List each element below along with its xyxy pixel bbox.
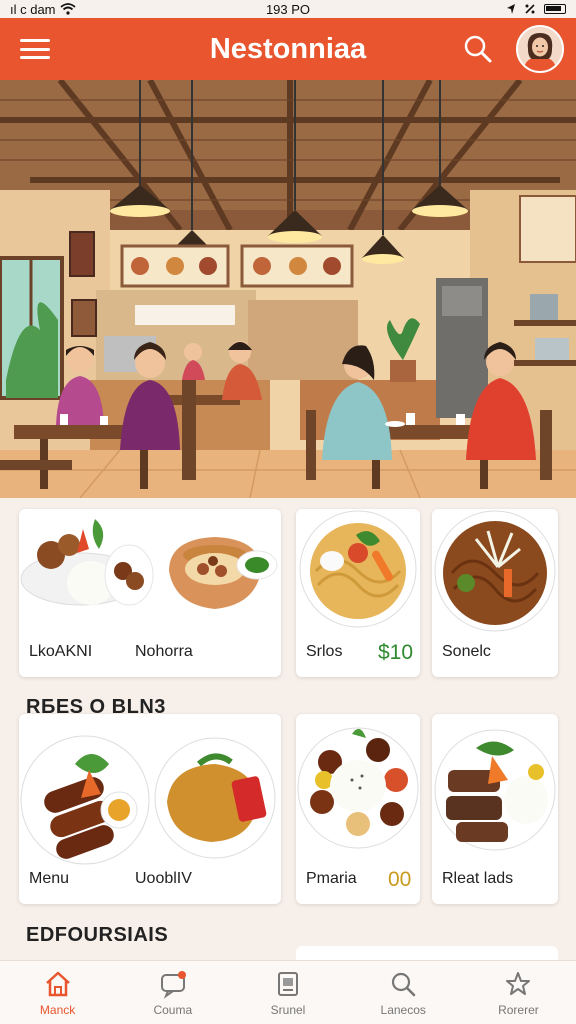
food-card-combo-2[interactable]: Menu UooblIV	[19, 714, 281, 904]
card-label: Srlos	[306, 643, 343, 660]
card-label-left: Menu	[29, 870, 70, 887]
card-label: Pmaria	[306, 870, 357, 887]
chat-icon	[160, 970, 186, 999]
home-icon	[45, 971, 70, 996]
card-label-right: UooblIV	[135, 870, 192, 887]
app-header: Nestonniaa	[0, 18, 576, 80]
status-bar: ıl c dam 193 PO	[0, 0, 576, 18]
nav-item-document[interactable]: Srunel	[230, 961, 345, 1024]
search-icon	[392, 972, 416, 996]
search-icon[interactable]	[462, 33, 494, 65]
card-label: Sonelc	[442, 643, 491, 660]
section-title: EDFOURSIAIS	[26, 924, 169, 946]
food-card-partial[interactable]	[296, 946, 558, 960]
food-card-noodles[interactable]: Srlos $10	[296, 509, 420, 677]
carrier-area: ıl c dam	[10, 2, 76, 17]
location-icon	[507, 4, 515, 14]
food-card-rice-plate[interactable]: Pmaria 00	[296, 714, 420, 904]
document-icon	[278, 971, 298, 996]
hamburger-icon[interactable]	[18, 36, 52, 62]
card-label-left: LkoAKNI	[29, 643, 93, 660]
nav-label: Manck	[39, 1002, 76, 1017]
nav-label: Rorerer	[498, 1002, 539, 1017]
food-card-meat-plate[interactable]: Rleat lads	[432, 714, 558, 904]
bottom-nav: Manck Couma Srunel Lanecos Rorerer	[0, 960, 576, 1024]
restaurant-hero-image	[0, 80, 576, 498]
user-avatar[interactable]	[516, 25, 564, 73]
star-icon	[506, 971, 531, 995]
card-label-right: Nohorra	[135, 643, 193, 660]
nav-item-chat[interactable]: Couma	[115, 961, 230, 1024]
food-card-combo-1[interactable]: LkoAKNI Nohorra	[19, 509, 281, 677]
nav-label: Lanecos	[380, 1002, 426, 1017]
card-price: $10	[378, 641, 414, 664]
nav-label: Couma	[153, 1002, 193, 1017]
card-label: Rleat lads	[442, 870, 514, 887]
nav-item-favorites[interactable]: Rorerer	[461, 961, 576, 1024]
signal-icon	[525, 4, 535, 14]
battery-icon	[544, 4, 566, 14]
status-time: 193 PO	[265, 1, 311, 17]
carrier-text: ıl c dam	[10, 1, 56, 17]
nav-item-home[interactable]: Manck	[0, 961, 115, 1024]
food-card-spaghetti[interactable]: Sonelc	[432, 509, 558, 677]
nav-label: Srunel	[270, 1002, 306, 1017]
status-icons	[506, 3, 566, 15]
wifi-icon	[59, 3, 76, 15]
card-price: 00	[388, 868, 412, 891]
nav-item-search[interactable]: Lanecos	[346, 961, 461, 1024]
